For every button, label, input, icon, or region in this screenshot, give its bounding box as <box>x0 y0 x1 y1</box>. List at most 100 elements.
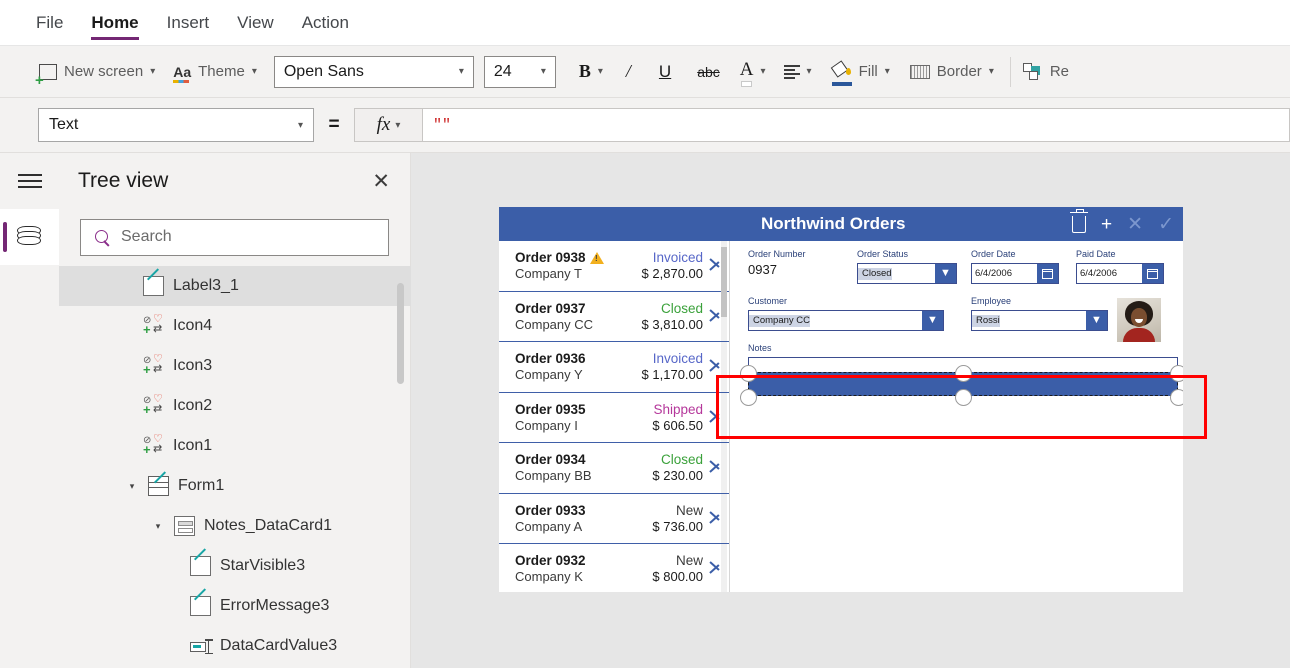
warning-icon <box>590 252 604 264</box>
tree-item-icon2[interactable]: ⊘♡+⇄ Icon2 <box>59 386 411 426</box>
cancel-icon[interactable]: ✕ <box>1127 215 1143 234</box>
add-icon[interactable]: + <box>1101 215 1112 234</box>
order-date-value: 6/4/2006 <box>972 268 1012 279</box>
gallery-amount: $ 736.00 <box>619 519 703 534</box>
label-icon <box>143 276 164 296</box>
font-family-value: Open Sans <box>284 63 364 81</box>
order-number: Order 0933 <box>515 503 586 518</box>
formula-text: "" <box>433 117 451 134</box>
chevron-right-icon[interactable] <box>709 456 720 476</box>
gallery-amount: $ 3,810.00 <box>619 317 703 332</box>
status-badge: Invoiced <box>619 351 703 366</box>
font-size-value: 24 <box>494 63 512 81</box>
gallery-row-left: Order 0936 Company Y <box>515 351 619 382</box>
gallery-row[interactable]: Order 0933 Company A New $ 736.00 <box>499 494 729 545</box>
menu-item-file[interactable]: File <box>36 1 63 45</box>
calendar-icon[interactable] <box>1037 264 1058 283</box>
order-date-picker[interactable]: 6/4/2006 <box>971 263 1059 284</box>
hamburger-button[interactable] <box>0 153 59 209</box>
reorder-icon <box>1023 63 1043 81</box>
align-button[interactable] <box>774 52 822 92</box>
gallery-amount: $ 2,870.00 <box>619 266 703 281</box>
formula-input[interactable]: "" <box>422 108 1290 142</box>
menu-item-home[interactable]: Home <box>91 1 138 45</box>
order-number: Order 0938 <box>515 250 586 265</box>
chevron-down-icon[interactable] <box>125 481 139 492</box>
customer-label: Customer <box>748 296 944 306</box>
italic-button[interactable]: / <box>612 52 645 92</box>
fill-button[interactable]: Fill <box>822 52 900 92</box>
tree-item-icon3[interactable]: ⊘♡+⇄ Icon3 <box>59 346 411 386</box>
search-input[interactable]: Search <box>80 219 389 256</box>
order-status-dropdown[interactable]: Closed ▼ <box>857 263 957 284</box>
chevron-right-icon[interactable] <box>709 557 720 577</box>
menu-item-insert[interactable]: Insert <box>167 1 210 45</box>
tree-item-label: Icon4 <box>173 317 212 335</box>
gallery-row[interactable]: Order 0932 Company K New $ 800.00 <box>499 544 729 592</box>
customer-dropdown[interactable]: Company CC ▼ <box>748 310 944 331</box>
font-color-button[interactable]: A <box>732 52 774 92</box>
chevron-right-icon[interactable] <box>709 507 720 527</box>
underline-button[interactable]: U <box>645 52 685 92</box>
tree-item-notes-datacard1[interactable]: Notes_DataCard1 <box>59 506 411 546</box>
gallery-order: Order 0932 <box>515 553 619 568</box>
fx-button[interactable]: fx <box>354 108 422 142</box>
chevron-down-icon[interactable]: ▼ <box>922 311 943 330</box>
employee-dropdown[interactable]: Rossi ▼ <box>971 310 1108 331</box>
close-icon[interactable]: ✕ <box>372 171 390 192</box>
tree-item-icon4[interactable]: ⊘♡+⇄ Icon4 <box>59 306 411 346</box>
gallery-order: Order 0934 <box>515 452 619 467</box>
delete-icon[interactable] <box>1072 216 1086 233</box>
gallery-row-right: Invoiced $ 1,170.00 <box>619 351 703 382</box>
tree-item-form1[interactable]: Form1 <box>59 466 411 506</box>
chevron-right-icon[interactable] <box>709 254 720 274</box>
menu-item-view[interactable]: View <box>237 1 274 45</box>
menu-item-action[interactable]: Action <box>302 1 349 45</box>
gallery-row[interactable]: Order 0936 Company Y Invoiced $ 1,170.00 <box>499 342 729 393</box>
gallery-company: Company I <box>515 418 619 433</box>
employee-label: Employee <box>971 296 1108 306</box>
gallery-row-right: Closed $ 3,810.00 <box>619 301 703 332</box>
chevron-down-icon[interactable]: ▼ <box>1086 311 1107 330</box>
border-button[interactable]: Border <box>900 52 1004 92</box>
hamburger-icon <box>18 174 42 188</box>
tree-item-errormessage3[interactable]: ErrorMessage3 <box>59 586 411 626</box>
reorder-button[interactable]: Re <box>1017 52 1075 92</box>
gallery-row[interactable]: Order 0937 Company CC Closed $ 3,810.00 <box>499 292 729 343</box>
equals-sign: = <box>314 114 354 136</box>
bold-button[interactable]: B <box>570 52 612 92</box>
chevron-right-icon[interactable] <box>709 305 720 325</box>
order-number-label: Order Number <box>748 249 853 259</box>
new-screen-button[interactable]: New screen <box>30 52 164 92</box>
orders-gallery[interactable]: Order 0938 Company T Invoiced $ 2,870.00 <box>499 241 730 592</box>
gallery-row[interactable]: Order 0938 Company T Invoiced $ 2,870.00 <box>499 241 729 292</box>
gallery-row[interactable]: Order 0935 Company I Shipped $ 606.50 <box>499 393 729 444</box>
chevron-right-icon[interactable] <box>709 355 720 375</box>
strikethrough-button[interactable]: abc <box>685 52 732 92</box>
paid-date-picker[interactable]: 6/4/2006 <box>1076 263 1164 284</box>
save-icon[interactable]: ✓ <box>1158 215 1174 234</box>
rail-item-tree-view[interactable] <box>0 209 59 265</box>
border-label: Border <box>937 63 982 80</box>
chevron-down-icon[interactable]: ▼ <box>935 264 956 283</box>
calendar-icon[interactable] <box>1142 264 1163 283</box>
tree-view-scrollbar[interactable] <box>397 283 404 384</box>
gallery-scrollbar[interactable] <box>721 247 727 317</box>
bold-icon: B <box>579 61 591 82</box>
theme-button[interactable]: Aa Theme <box>164 52 266 92</box>
customer-field: Customer Company CC ▼ <box>748 296 944 331</box>
property-value: Text <box>49 116 78 134</box>
tree-item-datacardvalue3[interactable]: DataCardValue3 <box>59 626 411 666</box>
font-family-select[interactable]: Open Sans <box>274 56 474 88</box>
tree-item-icon1[interactable]: ⊘♡+⇄ Icon1 <box>59 426 411 466</box>
gallery-row[interactable]: Order 0934 Company BB Closed $ 230.00 <box>499 443 729 494</box>
tree-item-starvisible3[interactable]: StarVisible3 <box>59 546 411 586</box>
order-number: Order 0932 <box>515 553 586 568</box>
chevron-down-icon[interactable] <box>151 521 165 532</box>
font-size-select[interactable]: 24 <box>484 56 556 88</box>
property-select[interactable]: Text <box>38 108 314 142</box>
tree-item-label: Icon2 <box>173 397 212 415</box>
icon-control-icon: ⊘♡+⇄ <box>143 436 164 456</box>
chevron-down-icon <box>252 66 257 77</box>
tree-item-label3-1[interactable]: Label3_1 <box>59 266 411 306</box>
